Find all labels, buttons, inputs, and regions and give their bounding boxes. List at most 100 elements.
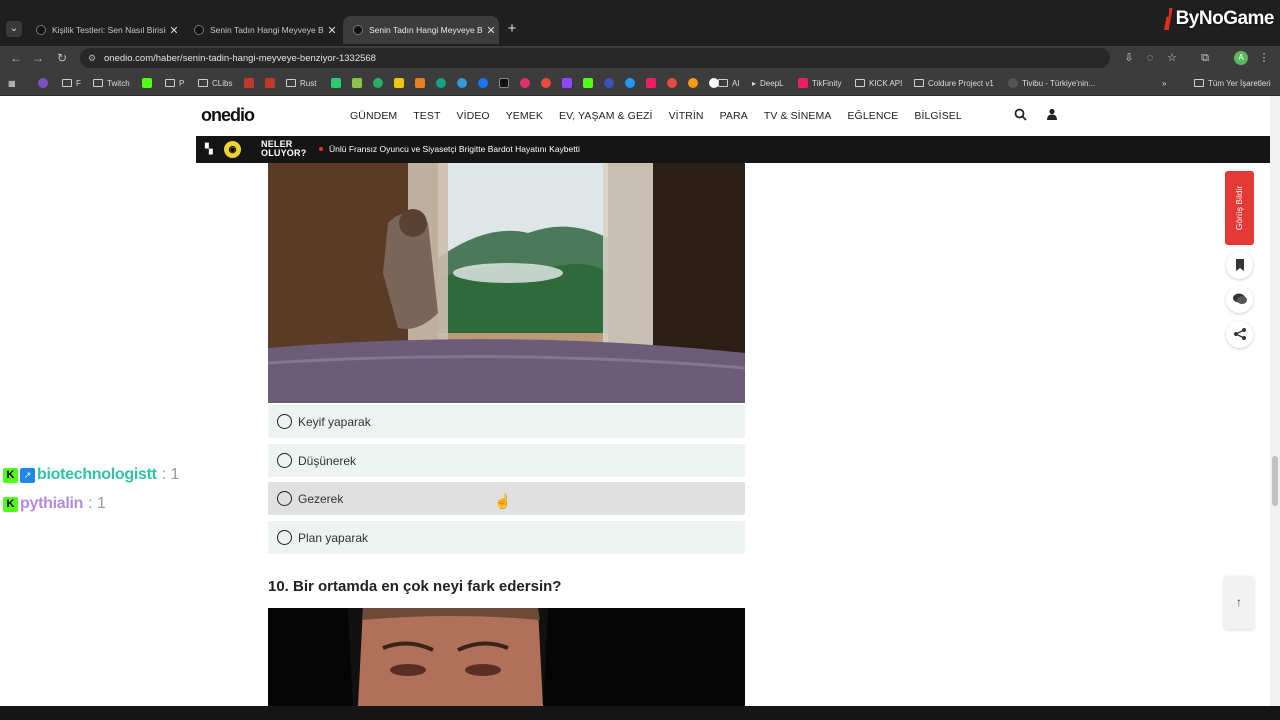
nav-vitrin[interactable]: VİTRİN: [669, 110, 704, 122]
bookmark-icon[interactable]: [1226, 252, 1253, 279]
new-tab-button[interactable]: +: [504, 20, 520, 37]
nav-bilgisel[interactable]: BİLGİSEL: [914, 110, 962, 122]
bookmark-tikfinity[interactable]: TikFinity: [798, 77, 841, 89]
radio-button[interactable]: [277, 414, 292, 429]
comments-icon[interactable]: [1226, 286, 1253, 313]
quiz-option-2[interactable]: Düşünerek: [268, 444, 745, 477]
star-icon[interactable]: ☆: [1164, 50, 1180, 66]
bookmarks-overflow-icon[interactable]: »: [1162, 77, 1166, 89]
feedback-button[interactable]: Görüş Bildir: [1225, 171, 1254, 245]
radio-button[interactable]: [277, 453, 292, 468]
bookmark-icon-4[interactable]: [265, 77, 275, 89]
bookmark-icon-19[interactable]: [625, 77, 635, 89]
bookmark-icon-16[interactable]: [562, 77, 572, 89]
folder-icon: [914, 79, 924, 87]
neler-oluyor-badge: NELER OLUYOR?: [261, 139, 307, 158]
user-icon[interactable]: [1045, 108, 1059, 122]
kick-badge-icon: K: [3, 467, 18, 483]
nav-ev-yasam-gezi[interactable]: EV, YAŞAM & GEZİ: [559, 110, 653, 122]
nav-tv-sinema[interactable]: TV & SİNEMA: [764, 110, 832, 122]
scrollbar-thumb[interactable]: [1272, 456, 1278, 506]
site-info-icon[interactable]: ⚙: [88, 53, 98, 63]
bookmark-icon-20[interactable]: [646, 77, 656, 89]
bookmark-tivibu[interactable]: Tivibu - Türkiye'nin...: [1008, 77, 1095, 89]
bookmark-deepl[interactable]: ▸ DeepL: [752, 77, 784, 89]
folder-icon: [93, 79, 103, 87]
bookmark-icon-11[interactable]: [457, 77, 467, 89]
close-icon[interactable]: ✕: [166, 24, 182, 37]
eye-off-icon[interactable]: ◌: [1142, 50, 1158, 66]
extensions-icon[interactable]: ⧉: [1197, 50, 1213, 66]
nav-yemek[interactable]: YEMEK: [506, 110, 543, 122]
bookmark-icon-10[interactable]: [436, 77, 446, 89]
camera-icon[interactable]: ◉: [224, 141, 241, 158]
browser-tab-3-active[interactable]: Senin Tadın Hangi Meyveye Benziyor? ✕: [343, 16, 499, 44]
back-arrow-icon[interactable]: ←: [8, 50, 24, 66]
folder-icon: [165, 79, 175, 87]
taskbar-strip: [0, 706, 1280, 720]
browser-tab-2[interactable]: Senin Tadın Hangi Meyveye Benziyor? ✕: [184, 16, 340, 44]
bookmark-icon-9[interactable]: [415, 77, 425, 89]
option-label: Keyif yaparak: [298, 414, 371, 429]
scroll-to-top-arrow-icon[interactable]: ↑: [1224, 576, 1254, 629]
more-menu-icon[interactable]: ⋮: [1256, 50, 1272, 66]
nav-gundem[interactable]: GÜNDEM: [350, 110, 397, 122]
tab-search-button[interactable]: ⌄: [6, 21, 22, 37]
bookmark-icon-22[interactable]: [688, 77, 698, 89]
bynogame-text: ByNoGame: [1175, 8, 1275, 29]
bookmark-folder-clibs[interactable]: CLibs: [198, 77, 232, 89]
bookmark-folder-kick-api[interactable]: KICK API: [855, 77, 902, 89]
close-icon[interactable]: ✕: [483, 24, 499, 37]
install-icon[interactable]: ⇩: [1121, 50, 1137, 66]
bookmark-icon-17[interactable]: [583, 77, 593, 89]
bookmark-folder-rust[interactable]: Rust: [286, 77, 316, 89]
close-icon[interactable]: ✕: [324, 24, 340, 37]
quiz-option-4[interactable]: Plan yaparak: [268, 521, 745, 554]
categories-icon[interactable]: ▚: [205, 144, 213, 155]
onedio-logo[interactable]: onedio: [201, 105, 255, 126]
bookmark-folder-coldure[interactable]: Coldure Project v1: [914, 77, 994, 89]
all-bookmarks[interactable]: Tüm Yer İşaretleri: [1194, 77, 1271, 89]
bynogame-logo-icon: [1164, 8, 1173, 30]
bookmark-icon-6[interactable]: [352, 77, 362, 89]
quiz-option-1[interactable]: Keyif yaparak: [268, 405, 745, 438]
apps-icon[interactable]: ▦: [8, 77, 16, 89]
url-field[interactable]: ⚙ onedio.com/haber/senin-tadin-hangi-mey…: [80, 48, 1110, 68]
bookmark-icon-15[interactable]: [541, 77, 551, 89]
bookmark-icon-2[interactable]: [142, 77, 152, 89]
share-icon[interactable]: [1226, 321, 1253, 348]
bookmark-icon-8[interactable]: [394, 77, 404, 89]
browser-tab-1[interactable]: Kişilik Testleri: Sen Nasıl Birisin? ✕: [26, 16, 182, 44]
bookmark-icon-7[interactable]: [373, 77, 383, 89]
profile-avatar[interactable]: A: [1234, 51, 1248, 65]
subscriber-badge-icon: ↗: [20, 467, 35, 483]
bookmark-folder-twitch[interactable]: Twitch: [93, 77, 130, 89]
bookmark-folder-ai[interactable]: AI: [718, 77, 740, 89]
bookmark-icon-13[interactable]: [499, 77, 509, 89]
reload-icon[interactable]: ↻: [54, 50, 70, 66]
bookmark-icon-1[interactable]: [38, 77, 48, 89]
page-scrollbar[interactable]: [1270, 96, 1280, 706]
bookmark-icon-14[interactable]: [520, 77, 530, 89]
folder-icon: [62, 79, 72, 87]
bookmark-icon-12[interactable]: [478, 77, 488, 89]
radio-button[interactable]: [277, 491, 292, 506]
bookmark-icon-3[interactable]: [244, 77, 254, 89]
radio-button[interactable]: [277, 530, 292, 545]
nav-para[interactable]: PARA: [720, 110, 748, 122]
nav-video[interactable]: VİDEO: [457, 110, 490, 122]
ticker-headline[interactable]: Ünlü Fransız Oyuncu ve Siyasetçi Brigitt…: [329, 144, 580, 154]
forward-arrow-icon[interactable]: →: [30, 50, 46, 66]
bookmarks-bar: ▦ F Twitch P CLibs Rust AI ▸ DeepL TikFin…: [0, 70, 1280, 96]
bookmark-folder-p[interactable]: P: [165, 77, 184, 89]
bookmark-icon-5[interactable]: [331, 77, 341, 89]
nav-eglence[interactable]: EĞLENCE: [847, 110, 898, 122]
bookmark-icon-18[interactable]: [604, 77, 614, 89]
bookmark-icon-21[interactable]: [667, 77, 677, 89]
tab-title: Senin Tadın Hangi Meyveye Benziyor?: [210, 25, 324, 35]
bookmark-folder-f[interactable]: F: [62, 77, 81, 89]
nav-test[interactable]: TEST: [413, 110, 440, 122]
search-icon[interactable]: [1013, 108, 1027, 122]
kick-badge-icon: K: [3, 496, 18, 512]
bynogame-watermark: ByNoGame: [1164, 4, 1275, 34]
